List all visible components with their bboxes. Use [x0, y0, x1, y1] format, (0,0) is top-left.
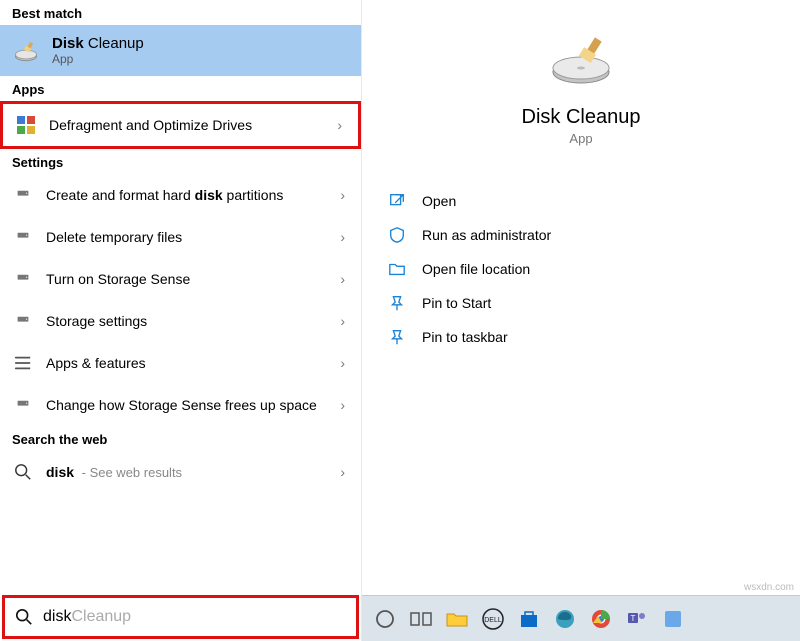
search-icon [15, 608, 33, 626]
preview-pane: Disk Cleanup App Open Run as administrat… [362, 0, 800, 641]
result-label: Change how Storage Sense frees up space [46, 396, 328, 414]
action-open[interactable]: Open [382, 184, 780, 218]
drive-icon [12, 268, 34, 290]
result-label: Turn on Storage Sense [46, 270, 328, 288]
teams-icon[interactable]: T [622, 604, 652, 634]
action-label: Open [422, 193, 456, 209]
app-result-defragment[interactable]: Defragment and Optimize Drives › [0, 101, 361, 149]
best-match-header: Best match [0, 0, 361, 25]
list-icon [12, 352, 34, 374]
file-explorer-icon[interactable] [442, 604, 472, 634]
result-label: Delete temporary files [46, 228, 328, 246]
action-label: Pin to Start [422, 295, 491, 311]
web-header: Search the web [0, 426, 361, 451]
pin-icon [388, 294, 406, 312]
action-list: Open Run as administrator Open file loca… [362, 166, 800, 372]
action-pin-start[interactable]: Pin to Start [382, 286, 780, 320]
search-results-pane: Best match Disk Cleanup App Apps Defra [0, 0, 362, 641]
svg-text:DELL: DELL [484, 617, 502, 624]
settings-header: Settings [0, 149, 361, 174]
action-label: Open file location [422, 261, 530, 277]
chevron-right-icon: › [340, 355, 345, 371]
disk-cleanup-hero-icon [541, 30, 621, 90]
action-label: Pin to taskbar [422, 329, 508, 345]
action-run-admin[interactable]: Run as administrator [382, 218, 780, 252]
web-result[interactable]: disk - See web results › [0, 451, 361, 493]
search-completion-text: Cleanup [71, 608, 131, 626]
dell-icon[interactable]: DELL [478, 604, 508, 634]
disk-cleanup-icon [12, 37, 40, 65]
edge-icon[interactable] [550, 604, 580, 634]
settings-result-storage-sense[interactable]: Turn on Storage Sense › [0, 258, 361, 300]
search-icon [12, 461, 34, 483]
result-label: Create and format hard disk partitions [46, 186, 328, 204]
pin-icon [388, 328, 406, 346]
cortana-icon[interactable] [370, 604, 400, 634]
defragment-icon [15, 114, 37, 136]
svg-text:T: T [631, 614, 636, 623]
taskbar: DELL T [362, 595, 800, 641]
watermark: wsxdn.com [744, 582, 794, 593]
result-label: Apps & features [46, 354, 328, 372]
preview-subtitle: App [569, 131, 592, 146]
settings-result-apps-features[interactable]: Apps & features › [0, 342, 361, 384]
result-label: Storage settings [46, 312, 328, 330]
task-view-icon[interactable] [406, 604, 436, 634]
chrome-icon[interactable] [586, 604, 616, 634]
action-open-location[interactable]: Open file location [382, 252, 780, 286]
settings-result-partitions[interactable]: Create and format hard disk partitions › [0, 174, 361, 216]
result-label: disk - See web results [46, 463, 328, 482]
open-icon [388, 192, 406, 210]
settings-result-delete-temp[interactable]: Delete temporary files › [0, 216, 361, 258]
chevron-right-icon: › [340, 229, 345, 245]
chevron-right-icon: › [340, 397, 345, 413]
shield-icon [388, 226, 406, 244]
chevron-right-icon: › [340, 313, 345, 329]
drive-icon [12, 184, 34, 206]
best-match-item[interactable]: Disk Cleanup App [0, 25, 361, 76]
apps-header: Apps [0, 76, 361, 101]
search-input[interactable]: disk Cleanup [2, 595, 359, 639]
action-label: Run as administrator [422, 227, 551, 243]
settings-result-storage-sense-change[interactable]: Change how Storage Sense frees up space … [0, 384, 361, 426]
result-label: Defragment and Optimize Drives [49, 116, 325, 134]
preview-title: Disk Cleanup [522, 106, 641, 129]
app-icon[interactable] [658, 604, 688, 634]
store-icon[interactable] [514, 604, 544, 634]
search-typed-text: disk [43, 608, 71, 626]
drive-icon [12, 394, 34, 416]
best-match-text: Disk Cleanup App [52, 35, 144, 66]
settings-result-storage[interactable]: Storage settings › [0, 300, 361, 342]
drive-icon [12, 310, 34, 332]
chevron-right-icon: › [337, 117, 342, 133]
folder-icon [388, 260, 406, 278]
chevron-right-icon: › [340, 464, 345, 480]
chevron-right-icon: › [340, 187, 345, 203]
drive-icon [12, 226, 34, 248]
chevron-right-icon: › [340, 271, 345, 287]
action-pin-taskbar[interactable]: Pin to taskbar [382, 320, 780, 354]
